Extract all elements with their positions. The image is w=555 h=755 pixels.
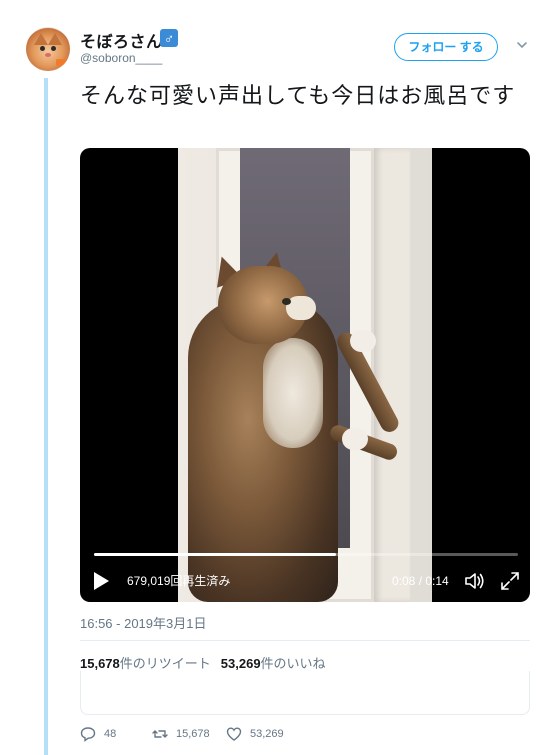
avatar[interactable] bbox=[26, 27, 70, 71]
video-progress-bar[interactable] bbox=[94, 553, 518, 556]
video-frame bbox=[178, 148, 432, 602]
retweet-action[interactable]: 15,678 bbox=[152, 724, 210, 744]
video-player[interactable]: 679,019回再生済み 0:08 / 0:14 bbox=[80, 148, 530, 602]
avatar-ear bbox=[34, 33, 48, 45]
avatar-badge bbox=[56, 59, 68, 66]
reply-count: 48 bbox=[104, 728, 117, 740]
video-progress-fill bbox=[94, 553, 337, 556]
like-count: 53,269 bbox=[250, 728, 284, 740]
volume-icon-svg bbox=[465, 573, 484, 589]
reply-area[interactable] bbox=[80, 671, 530, 715]
user-handle[interactable]: @soboron____ bbox=[80, 51, 162, 65]
like-stat-label[interactable]: 件のいいね bbox=[261, 656, 326, 671]
display-name[interactable]: そぼろさん bbox=[80, 28, 163, 52]
avatar-ear bbox=[48, 33, 62, 45]
caret-down-icon-svg bbox=[517, 42, 527, 49]
reply-icon bbox=[80, 727, 96, 742]
volume-icon[interactable] bbox=[464, 571, 486, 591]
video-door-edge bbox=[374, 148, 410, 602]
divider bbox=[80, 640, 530, 641]
reply-action[interactable]: 48 bbox=[80, 724, 116, 744]
tweet-text: そんな可愛い声出しても今日はお風呂です bbox=[80, 84, 516, 109]
male-symbol-icon: ♂ bbox=[160, 29, 178, 47]
play-icon[interactable] bbox=[94, 572, 109, 590]
cat-eye bbox=[282, 298, 291, 305]
tweet-stats: 15,678件のリツイート 53,269件のいいね bbox=[80, 653, 326, 672]
caret-down-icon[interactable] bbox=[515, 38, 529, 52]
avatar-eye bbox=[40, 46, 45, 51]
fullscreen-icon-svg bbox=[501, 572, 519, 590]
cat-paw bbox=[342, 428, 368, 450]
retweet-stat-count[interactable]: 15,678 bbox=[80, 656, 120, 671]
like-stat-count[interactable]: 53,269 bbox=[221, 656, 261, 671]
fullscreen-icon[interactable] bbox=[500, 571, 520, 591]
video-timecode: 0:08 / 0:14 bbox=[392, 574, 449, 588]
avatar-nose bbox=[45, 53, 51, 57]
follow-button[interactable]: フォロー する bbox=[394, 33, 498, 61]
retweet-count: 15,678 bbox=[176, 728, 210, 740]
tweet: そぼろさん ♂ @soboron____ フォロー する そんな可愛い声出しても… bbox=[0, 0, 555, 755]
cat-chest bbox=[263, 338, 323, 448]
like-icon bbox=[226, 727, 242, 741]
avatar-eye bbox=[51, 46, 56, 51]
view-count: 679,019回再生済み bbox=[127, 574, 231, 588]
retweet-stat-label[interactable]: 件のリツイート bbox=[120, 656, 211, 671]
cat-paw bbox=[350, 330, 376, 352]
like-action[interactable]: 53,269 bbox=[226, 724, 284, 744]
tweet-timestamp[interactable]: 16:56 - 2019年3月1日 bbox=[80, 613, 206, 632]
retweet-icon bbox=[152, 730, 168, 738]
